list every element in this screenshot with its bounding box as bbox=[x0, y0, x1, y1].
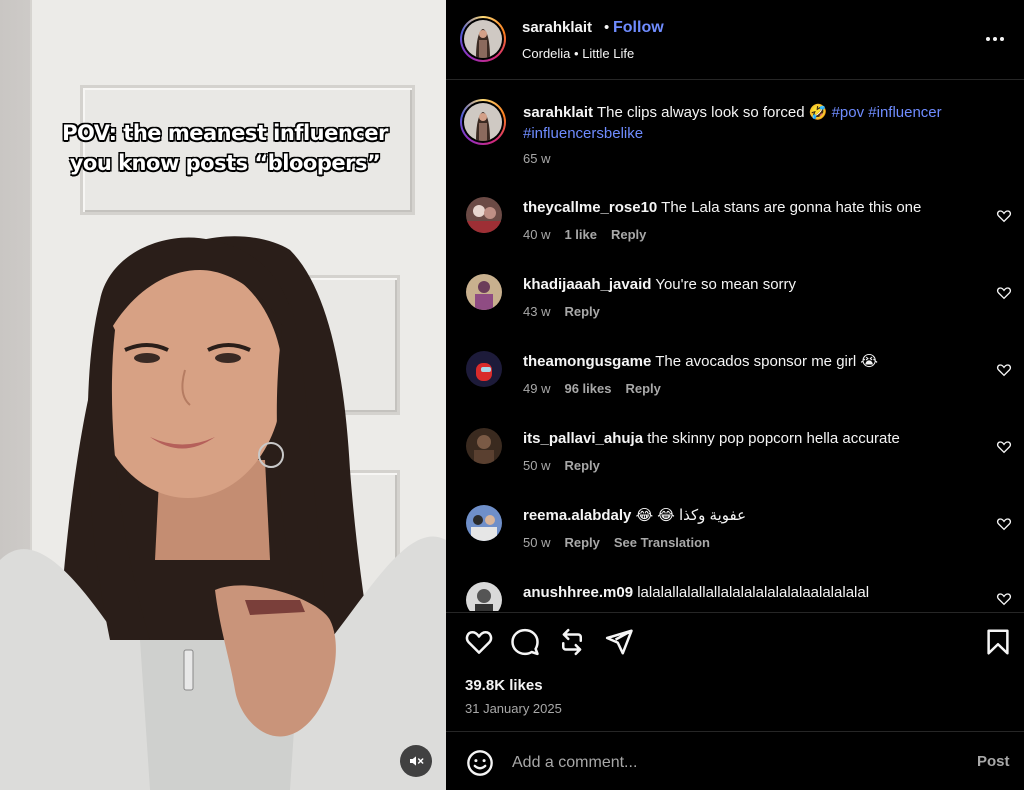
commenter-username[interactable]: anushhree.m09 bbox=[523, 584, 633, 601]
reply-button[interactable]: Reply bbox=[625, 381, 660, 396]
reply-button[interactable]: Reply bbox=[611, 227, 646, 242]
commenter-avatar[interactable] bbox=[466, 197, 502, 233]
comment-body: You're so mean sorry bbox=[655, 276, 797, 293]
comment-time: 43 w bbox=[523, 304, 551, 319]
mute-toggle-button[interactable] bbox=[400, 745, 432, 777]
caption-avatar[interactable] bbox=[460, 99, 506, 145]
author-avatar[interactable] bbox=[460, 16, 506, 62]
comment-item: theycallme_rose10 The Lala stans are gon… bbox=[446, 197, 1024, 267]
comment-text: its_pallavi_ahuja the skinny pop popcorn… bbox=[523, 429, 963, 448]
comment-body: 😂 😂 عفوية وكذا bbox=[635, 507, 747, 524]
post-actions: 39.8K likes 31 January 2025 bbox=[446, 612, 1024, 732]
comment-body: The avocados sponsor me girl 😭 bbox=[655, 353, 878, 370]
caption-body: The clips always look so forced 🤣 bbox=[596, 104, 828, 121]
post-date: 31 January 2025 bbox=[465, 701, 562, 716]
comment-text: reema.alabdaly 😂 😂 عفوية وكذا bbox=[523, 506, 963, 525]
comment-time: 49 w bbox=[523, 381, 551, 396]
comment-item: its_pallavi_ahuja the skinny pop popcorn… bbox=[446, 428, 1024, 498]
likes-count[interactable]: 39.8K likes bbox=[465, 677, 543, 694]
audio-attribution[interactable]: Cordelia • Little Life bbox=[522, 46, 634, 61]
overlay-line: you know posts “bloopers” bbox=[69, 151, 381, 175]
heart-icon[interactable] bbox=[464, 627, 494, 657]
reply-button[interactable]: Reply bbox=[564, 535, 599, 550]
avatar-image bbox=[466, 351, 502, 387]
author-username[interactable]: sarahklait bbox=[522, 19, 592, 36]
hashtag-link[interactable]: #influencersbelike bbox=[523, 125, 643, 142]
bookmark-icon[interactable] bbox=[983, 627, 1013, 657]
comment-time: 50 w bbox=[523, 458, 551, 473]
comment-body: lalalallalallallalalalalalalalaalalalala… bbox=[637, 584, 870, 601]
comment-icon[interactable] bbox=[510, 627, 540, 657]
commenter-avatar[interactable] bbox=[466, 351, 502, 387]
comment-body: the skinny pop popcorn hella accurate bbox=[647, 430, 900, 447]
reply-button[interactable]: Reply bbox=[564, 458, 599, 473]
repost-icon[interactable] bbox=[557, 627, 587, 657]
heart-icon[interactable] bbox=[996, 516, 1012, 532]
caption-username[interactable]: sarahklait bbox=[523, 104, 593, 121]
comment-meta: 50 w Reply bbox=[523, 458, 600, 473]
avatar-image bbox=[464, 20, 502, 58]
share-icon[interactable] bbox=[604, 627, 634, 657]
comment-item: reema.alabdaly 😂 😂 عفوية وكذا 50 w Reply… bbox=[446, 505, 1024, 575]
comment-item: theamongusgame The avocados sponsor me g… bbox=[446, 351, 1024, 421]
avatar-image bbox=[464, 103, 502, 141]
avatar-image bbox=[466, 274, 502, 310]
heart-icon[interactable] bbox=[996, 439, 1012, 455]
commenter-avatar[interactable] bbox=[466, 274, 502, 310]
post-video[interactable]: POV: the meanest influencer you know pos… bbox=[0, 0, 446, 790]
commenter-username[interactable]: reema.alabdaly bbox=[523, 507, 631, 524]
heart-icon[interactable] bbox=[996, 208, 1012, 224]
heart-icon[interactable] bbox=[996, 362, 1012, 378]
emoji-icon[interactable] bbox=[466, 749, 494, 777]
commenter-username[interactable]: its_pallavi_ahuja bbox=[523, 430, 643, 447]
overlay-line: POV: the meanest influencer bbox=[62, 121, 388, 145]
commenter-avatar[interactable] bbox=[466, 428, 502, 464]
comment-likes[interactable]: 1 like bbox=[564, 227, 597, 242]
comment-meta: 40 w 1 like Reply bbox=[523, 227, 646, 242]
comments-list[interactable]: sarahklait The clips always look so forc… bbox=[446, 81, 1024, 611]
comment-item: khadijaaah_javaid You're so mean sorry 4… bbox=[446, 274, 1024, 344]
commenter-username[interactable]: khadijaaah_javaid bbox=[523, 276, 651, 293]
avatar-image bbox=[466, 505, 502, 541]
comment-text: theycallme_rose10 The Lala stans are gon… bbox=[523, 198, 963, 217]
hashtag-link[interactable]: #pov bbox=[832, 104, 865, 121]
comment-body: The Lala stans are gonna hate this one bbox=[661, 199, 922, 216]
comment-meta: 50 w Reply See Translation bbox=[523, 535, 710, 550]
commenter-avatar[interactable] bbox=[466, 505, 502, 541]
comment-meta: 43 w Reply bbox=[523, 304, 600, 319]
commenter-avatar[interactable] bbox=[466, 582, 502, 611]
comment-input[interactable] bbox=[512, 751, 932, 775]
avatar-image bbox=[466, 428, 502, 464]
video-overlay-text: POV: the meanest influencer you know pos… bbox=[20, 118, 430, 178]
caption-text: sarahklait The clips always look so forc… bbox=[523, 102, 993, 144]
separator-dot: • bbox=[604, 19, 610, 36]
caption-timestamp: 65 w bbox=[523, 151, 551, 166]
heart-icon[interactable] bbox=[996, 285, 1012, 301]
commenter-username[interactable]: theycallme_rose10 bbox=[523, 199, 657, 216]
see-translation-button[interactable]: See Translation bbox=[614, 535, 710, 550]
post-comment-button[interactable]: Post bbox=[977, 753, 1010, 770]
add-comment-bar: Post bbox=[446, 733, 1024, 790]
comment-likes[interactable]: 96 likes bbox=[564, 381, 611, 396]
avatar-image bbox=[466, 582, 502, 611]
avatar-image bbox=[466, 197, 502, 233]
reply-button[interactable]: Reply bbox=[564, 304, 599, 319]
speaker-muted-icon bbox=[410, 756, 424, 766]
comment-item: anushhree.m09 lalalallalallallalalalalal… bbox=[446, 582, 1024, 611]
comment-meta: 49 w 96 likes Reply bbox=[523, 381, 661, 396]
comment-time: 40 w bbox=[523, 227, 551, 242]
post-header: sarahklait • Follow Cordelia • Little Li… bbox=[446, 0, 1024, 80]
comment-text: theamongusgame The avocados sponsor me g… bbox=[523, 352, 963, 371]
hashtag-link[interactable]: #influencer bbox=[868, 104, 941, 121]
follow-button[interactable]: Follow bbox=[613, 19, 664, 37]
comment-text: khadijaaah_javaid You're so mean sorry bbox=[523, 275, 963, 294]
commenter-username[interactable]: theamongusgame bbox=[523, 353, 651, 370]
comment-time: 50 w bbox=[523, 535, 551, 550]
comment-text: anushhree.m09 lalalallalallallalalalalal… bbox=[523, 583, 963, 602]
post-side-panel: sarahklait • Follow Cordelia • Little Li… bbox=[446, 0, 1024, 790]
heart-icon[interactable] bbox=[996, 591, 1012, 607]
more-options-icon[interactable] bbox=[984, 28, 1006, 50]
